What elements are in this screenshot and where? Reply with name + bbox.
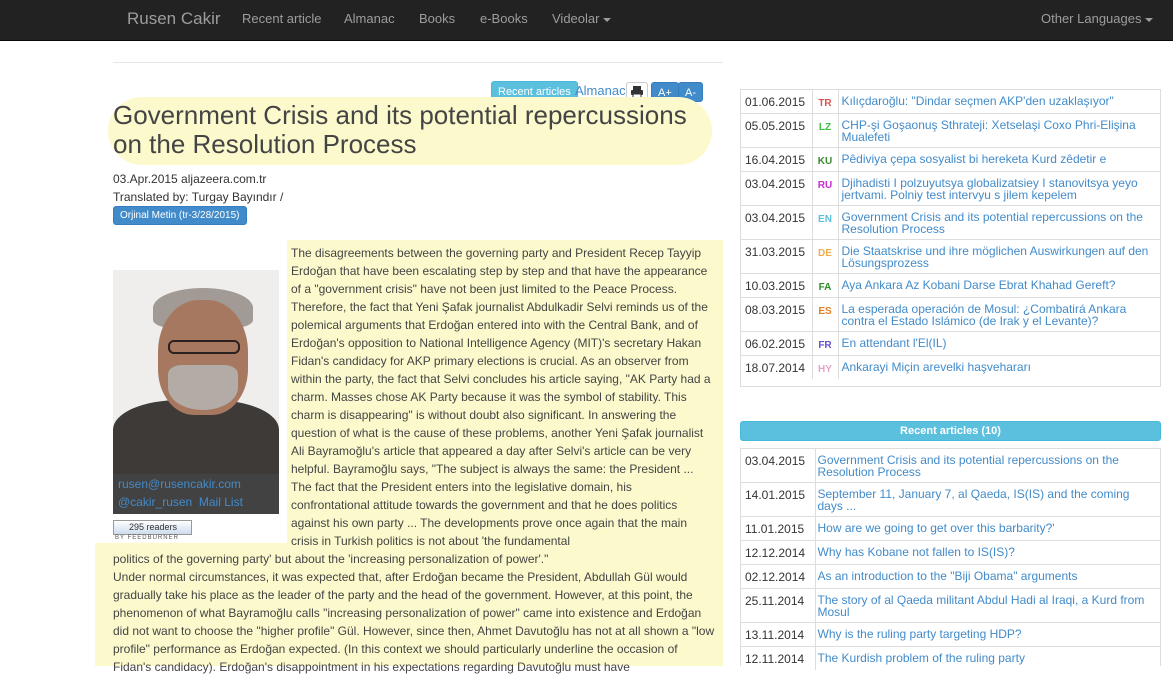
translated-by: Translated by: Turgay Bayındır / [113,190,284,204]
language-badge: RU [811,171,838,206]
original-text-button[interactable]: Orjinal Metin (tr-3/28/2015) [113,206,247,225]
recent-article-row: 14.01.2015 September 11, January 7, al Qa… [740,482,1161,517]
recent-article-link[interactable]: The Kurdish problem of the ruling party [814,646,1161,670]
recent-article-row: 02.12.2014 As an introduction to the "Bij… [740,564,1161,589]
translation-link[interactable]: La esperada operación de Mosul: ¿Combati… [837,297,1161,332]
language-badge: KU [811,147,838,172]
translation-link[interactable]: En attendant l'El(IL) [837,331,1161,356]
nav-recent-article[interactable]: Recent article [242,11,321,26]
translation-date: 03.04.2015 [740,171,812,206]
recent-article-date: 11.01.2015 [740,516,815,541]
translation-link[interactable]: CHP-şi Goşaonuş Sthrateji: Xetselaşi Cox… [837,113,1161,148]
translation-link[interactable]: Ankarayi Miçin arevelki haşvehararı [837,355,1161,379]
chevron-down-icon [1145,17,1154,22]
top-navbar: Rusen Cakir Recent article Almanac Books… [0,0,1173,41]
translation-row: 16.04.2015 KU Pêdiviya çepa sosyalist bi h… [740,147,1161,172]
recent-articles-table: 03.04.2015 Government Crisis and its pote… [740,449,1161,670]
translation-date: 05.05.2015 [740,113,812,148]
language-badge: TR [811,90,838,114]
recent-article-row: 25.11.2014 The story of al Qaeda militant… [740,588,1161,623]
article-title: Government Crisis and its potential repe… [113,100,687,159]
translation-date: 06.02.2015 [740,331,812,356]
recent-article-date: 12.12.2014 [740,540,815,565]
translation-row: 31.03.2015 DE Die Staatskrise und ihre mög… [740,239,1161,274]
recent-article-row: 11.01.2015 How are we going to get over t… [740,516,1161,541]
language-badge: FR [811,331,838,356]
recent-articles-heading[interactable]: Recent articles (10) [740,421,1161,441]
language-badge: ES [811,297,838,332]
translation-link[interactable]: Government Crisis and its potential repe… [837,205,1161,240]
nav-other-languages-label: Other Languages [1041,11,1142,26]
nav-videolar[interactable]: Videolar [552,11,612,26]
recent-article-link[interactable]: How are we going to get over this barbar… [814,516,1161,541]
recent-article-link[interactable]: The story of al Qaeda militant Abdul Had… [814,588,1161,623]
translations-table: 01.06.2015 TR Kılıçdaroğlu: "Dindar seçmen… [740,90,1161,379]
translation-date: 01.06.2015 [745,95,806,109]
nav-almanac[interactable]: Almanac [344,11,395,26]
translation-row: 03.04.2015 RU Djihadisti I polzuyutsya glo… [740,171,1161,206]
author-photo [113,270,279,474]
translation-row: 01.06.2015 TR Kılıçdaroğlu: "Dindar seçmen… [740,90,1161,114]
photo-glasses [168,340,240,354]
recent-article-link[interactable]: As an introduction to the "Biji Obama" a… [814,564,1161,589]
photo-beard [168,365,238,410]
almanac-link[interactable]: Almanac [575,83,626,98]
recent-article-row: 03.04.2015 Government Crisis and its pote… [740,449,1161,483]
recent-article-row: 12.12.2014 Why has Kobane not fallen to I… [740,540,1161,565]
recent-article-link[interactable]: Why has Kobane not fallen to IS(IS)? [814,540,1161,565]
translation-date: 08.03.2015 [740,297,812,332]
recent-article-link[interactable]: Government Crisis and its potential repe… [814,449,1161,483]
author-contact: rusen@rusencakir.com @cakir_rusen Mail L… [113,474,279,514]
translation-date: 16.04.2015 [740,147,812,172]
author-email-link[interactable]: rusen@rusencakir.com [118,477,241,491]
divider [113,62,723,63]
translation-link[interactable]: Pêdiviya çepa sosyalist bi hereketa Kurd… [837,147,1161,172]
nav-ebooks[interactable]: e-Books [480,11,528,26]
language-badge: LZ [811,113,838,148]
chevron-down-icon [603,17,612,22]
author-twitter-link[interactable]: @cakir_rusen [118,495,192,509]
language-badge: DE [811,239,838,274]
article-paragraph-1-end: politics of the governing party' but abo… [113,552,549,566]
article-date-source: 03.Apr.2015 aljazeera.com.tr [113,172,267,186]
nav-videolar-label: Videolar [552,11,600,26]
translation-row: 18.07.2014 HY Ankarayi Miçin arevelki haşv… [740,355,1161,379]
recent-article-link[interactable]: September 11, January 7, al Qaeda, IS(IS… [814,482,1161,517]
recent-article-row: 12.11.2014 The Kurdish problem of the rul… [740,646,1161,670]
nav-books[interactable]: Books [419,11,455,26]
translation-date: 03.04.2015 [740,205,812,240]
recent-article-date: 25.11.2014 [740,588,815,623]
mail-list-link[interactable]: Mail List [199,495,243,509]
feed-count: 295 readers [113,520,192,535]
translation-link[interactable]: Die Staatskrise und ihre möglichen Auswi… [837,239,1161,274]
recent-article-link[interactable]: Why is the ruling party targeting HDP? [814,622,1161,647]
recent-article-date: 14.01.2015 [740,482,815,517]
translation-link[interactable]: Djihadisti I polzuyutsya globalizatsiey … [837,171,1161,206]
recent-article-date: 03.04.2015 [745,454,806,468]
translation-link[interactable]: Kılıçdaroğlu: "Dindar seçmen AKP'den uza… [837,90,1161,114]
feed-label: BY FEEDBURNER [115,535,179,541]
nav-other-languages[interactable]: Other Languages [1041,11,1154,26]
recent-article-row: 13.11.2014 Why is the ruling party target… [740,622,1161,647]
translation-date: 31.03.2015 [740,239,812,274]
language-badge: HY [811,355,838,379]
recent-article-date: 02.12.2014 [740,564,815,589]
article-paragraph-1: The disagreements between the governing … [291,246,711,548]
translation-date: 18.07.2014 [740,355,812,379]
feedburner-badge[interactable]: 295 readers BY FEEDBURNER [113,520,193,542]
translation-link[interactable]: Aya Ankara Az Kobani Darse Ebrat Khahad … [837,273,1161,298]
brand-link[interactable]: Rusen Cakir [127,9,221,29]
translation-date: 10.03.2015 [740,273,812,298]
language-badge: EN [811,205,838,240]
translation-row: 06.02.2015 FR En attendant l'El(IL) [740,331,1161,356]
recent-article-date: 12.11.2014 [740,646,815,670]
translation-row: 10.03.2015 FA Aya Ankara Az Kobani Darse E… [740,273,1161,298]
translation-row: 08.03.2015 ES La esperada operación de Mos… [740,297,1161,332]
translation-row: 03.04.2015 EN Government Crisis and its po… [740,205,1161,240]
recent-article-date: 13.11.2014 [740,622,815,647]
translation-row: 05.05.2015 LZ CHP-şi Goşaonuş Sthrateji: X… [740,113,1161,148]
article-paragraph-2: Under normal circumstances, it was expec… [113,570,715,674]
language-badge: FA [811,273,838,298]
